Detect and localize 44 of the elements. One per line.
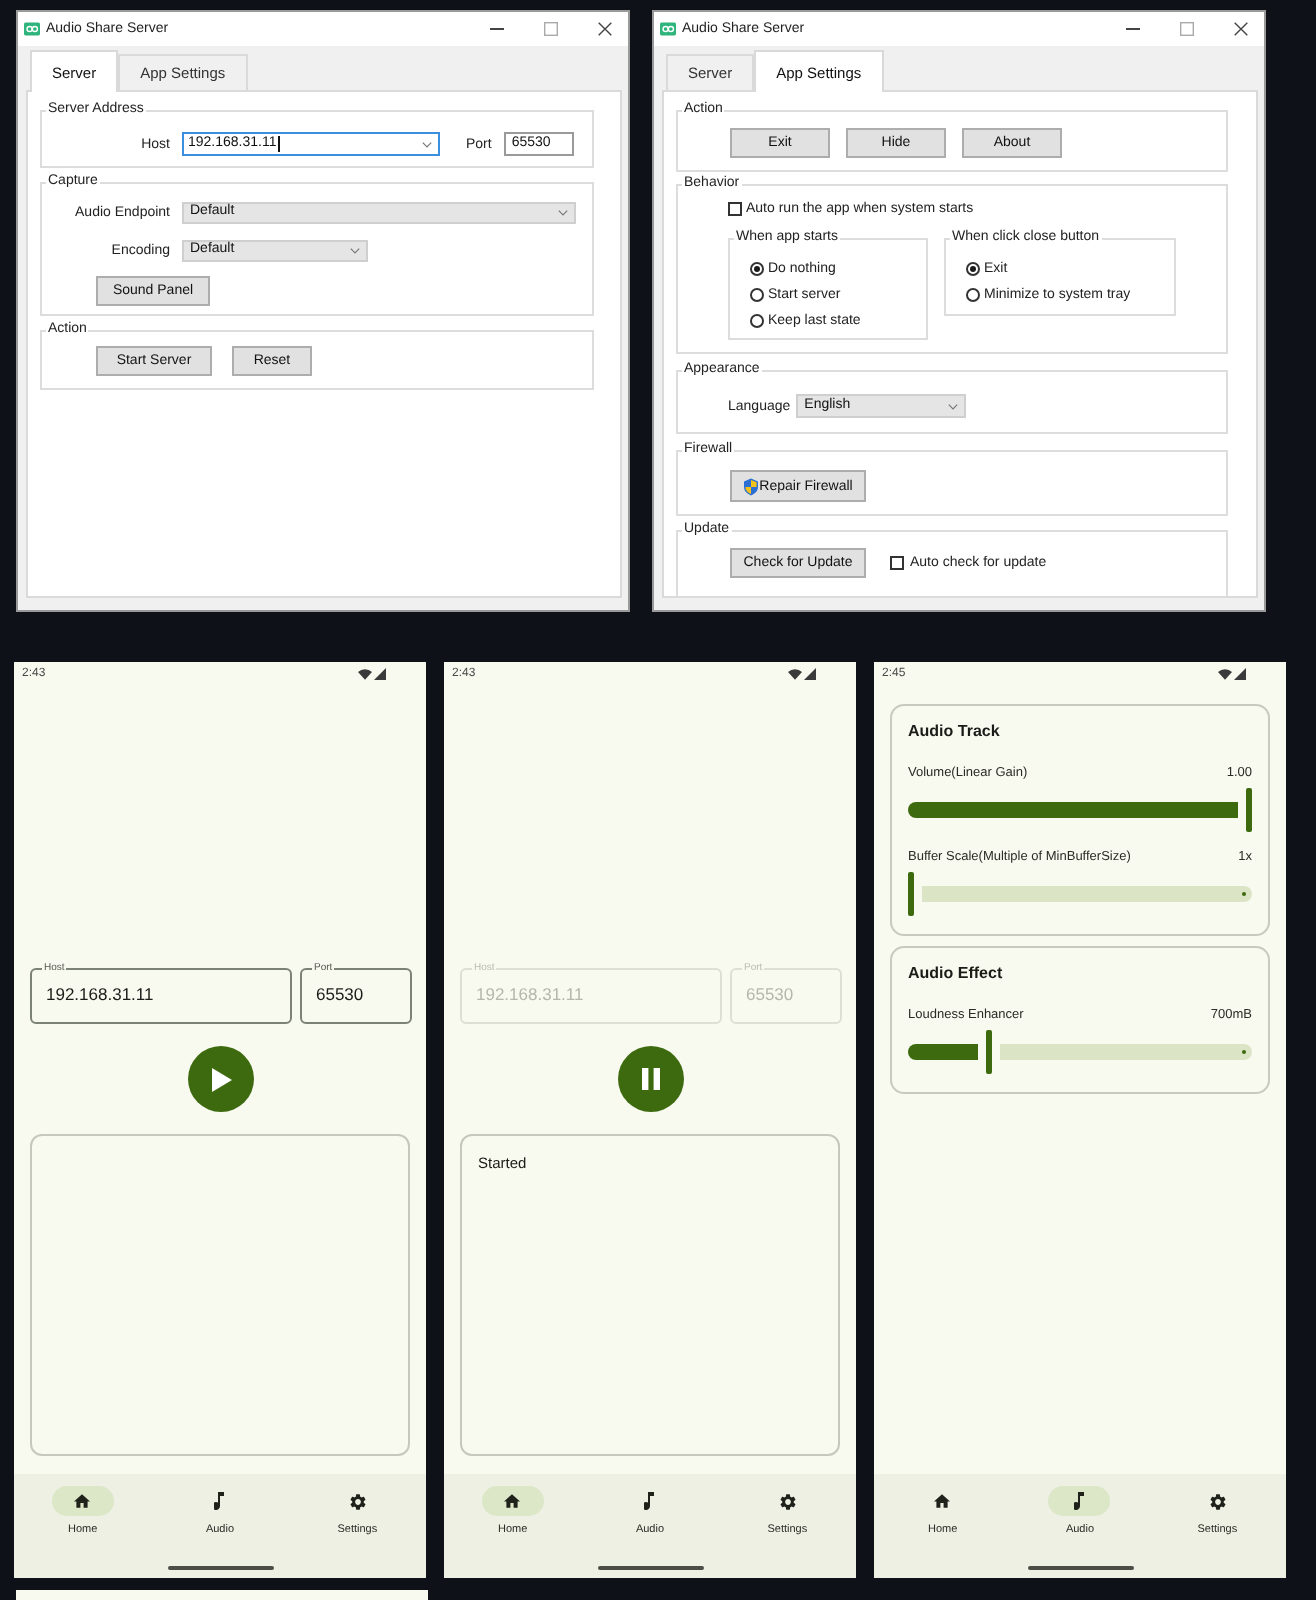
text-cursor (278, 136, 281, 152)
slider-handle[interactable] (986, 1030, 992, 1074)
wifi-icon (358, 668, 372, 680)
radio-button[interactable] (966, 262, 980, 276)
signal-icon (1234, 668, 1246, 680)
play-icon (212, 1067, 232, 1091)
chevron-down-icon (558, 210, 568, 216)
music-note-icon (1074, 1492, 1085, 1510)
play-button[interactable] (187, 1046, 253, 1112)
slider-handle[interactable] (1246, 788, 1252, 832)
close-icon[interactable] (598, 22, 612, 36)
settings-icon (779, 1493, 796, 1509)
app-icon (660, 22, 676, 36)
radio-button[interactable] (966, 288, 980, 302)
checkbox[interactable] (728, 201, 742, 215)
card-title: Audio Effect (908, 964, 1005, 984)
app-icon (24, 22, 40, 36)
shield-icon (743, 477, 758, 495)
settings-icon (349, 1493, 366, 1509)
chevron-down-icon (422, 141, 432, 147)
pause-button[interactable] (617, 1046, 683, 1112)
close-icon[interactable] (1234, 22, 1248, 36)
slider-track[interactable] (908, 788, 1252, 832)
home-icon (74, 1494, 91, 1508)
music-note-icon (644, 1492, 655, 1510)
signal-icon (804, 668, 816, 680)
radio-button[interactable] (750, 262, 764, 276)
slider-track[interactable] (908, 872, 1252, 916)
home-icon (934, 1494, 951, 1508)
wifi-icon (1218, 668, 1232, 680)
radio-button[interactable] (750, 314, 764, 328)
music-note-icon (214, 1492, 225, 1510)
wifi-icon (788, 668, 802, 680)
settings-icon (1209, 1493, 1226, 1509)
checkbox[interactable] (890, 556, 904, 570)
slider-handle[interactable] (908, 872, 914, 916)
card-title: Audio Track (908, 722, 1002, 742)
chevron-down-icon (948, 403, 959, 409)
slider-track[interactable] (908, 1030, 1252, 1074)
pause-icon (641, 1068, 659, 1090)
radio-button[interactable] (750, 288, 764, 302)
chevron-down-icon (350, 248, 360, 254)
home-icon (504, 1494, 521, 1508)
signal-icon (374, 668, 386, 680)
